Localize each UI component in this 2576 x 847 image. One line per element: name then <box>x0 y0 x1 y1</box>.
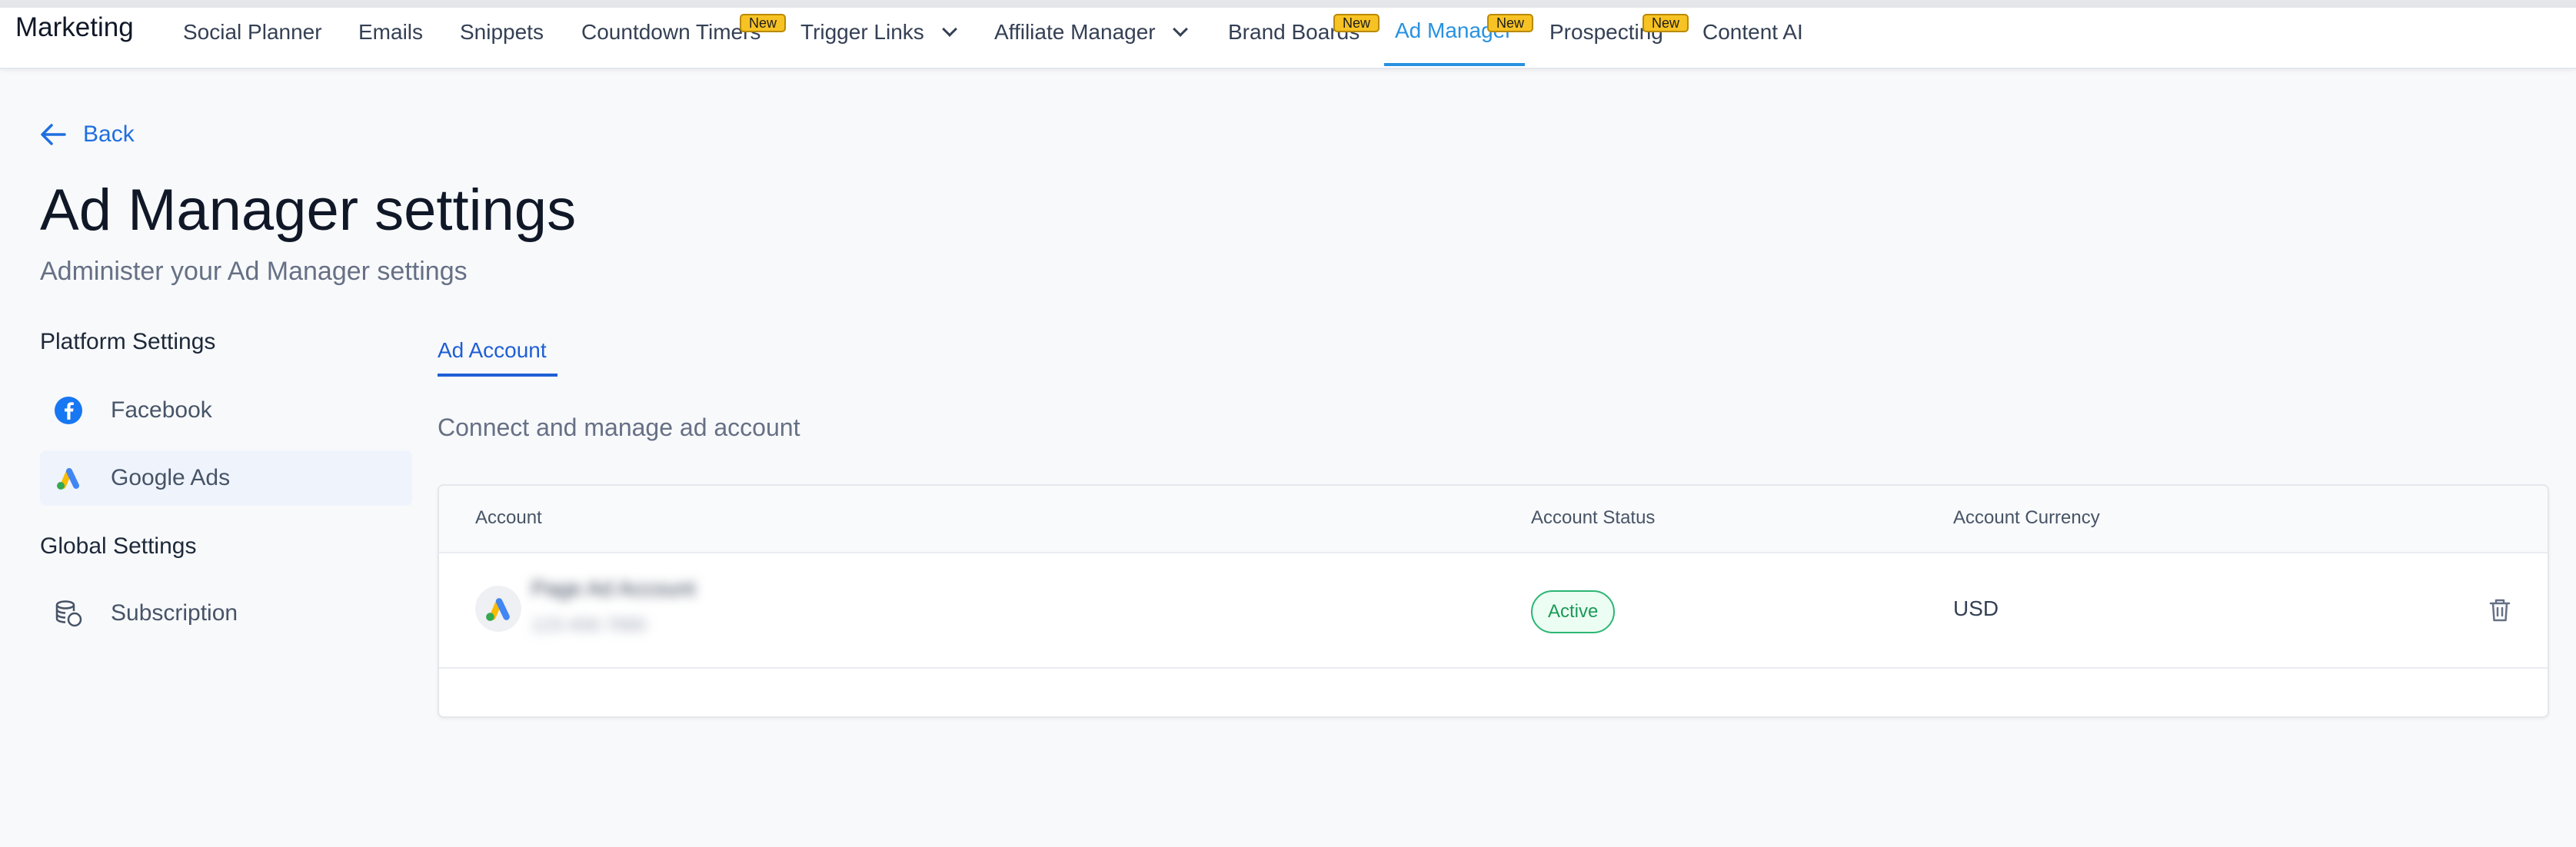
nav-brand: Marketing <box>15 12 134 42</box>
back-link[interactable]: Back <box>40 121 135 148</box>
top-strip <box>0 0 2576 8</box>
tab-ad-account[interactable]: Ad Account <box>438 338 547 363</box>
nav-snippets[interactable]: Snippets <box>460 20 544 45</box>
account-name: Page Ad Account <box>531 576 696 600</box>
platform-settings-heading: Platform Settings <box>40 329 216 354</box>
sidebar-item-label: Google Ads <box>111 465 231 490</box>
sidebar-item-facebook[interactable]: Facebook <box>40 383 412 438</box>
global-settings-heading: Global Settings <box>40 533 197 559</box>
nav-brand-boards[interactable]: Brand Boards New <box>1228 14 1380 45</box>
page-subtitle: Administer your Ad Manager settings <box>40 257 468 286</box>
chevron-down-icon <box>941 22 957 37</box>
new-badge: New <box>1333 14 1380 32</box>
page-title: Ad Manager settings <box>40 178 577 243</box>
sidebar-item-label: Facebook <box>111 397 212 423</box>
section-description: Connect and manage ad account <box>438 414 800 441</box>
nav-ad-manager[interactable]: Ad Manager New <box>1395 14 1534 43</box>
nav-active-underline <box>1384 63 1525 66</box>
table-header: Account Account Status Account Currency <box>439 486 2548 553</box>
facebook-icon <box>54 396 83 425</box>
delete-account-button[interactable] <box>2486 596 2514 624</box>
subscription-icon <box>54 599 83 628</box>
nav-trigger-links-label: Trigger Links <box>800 20 924 44</box>
back-label: Back <box>83 121 135 147</box>
sidebar-item-subscription[interactable]: Subscription <box>40 586 412 641</box>
nav-affiliate-manager-label: Affiliate Manager <box>994 20 1156 44</box>
trash-icon <box>2489 599 2511 622</box>
column-header-account-status: Account Status <box>1531 507 1656 528</box>
new-badge: New <box>1487 14 1534 32</box>
arrow-left-icon <box>41 124 66 145</box>
nav-trigger-links[interactable]: Trigger Links <box>800 20 957 45</box>
tab-active-underline <box>438 374 557 377</box>
account-id: 123-456-7890 <box>531 615 647 636</box>
account-currency: USD <box>1953 596 1999 620</box>
status-badge: Active <box>1531 590 1616 633</box>
nav-social-planner[interactable]: Social Planner <box>183 20 322 45</box>
new-badge: New <box>1642 14 1689 32</box>
nav-affiliate-manager[interactable]: Affiliate Manager <box>994 20 1189 45</box>
nav-countdown-timers[interactable]: Countdown Timers New <box>581 14 787 45</box>
nav-content-ai[interactable]: Content AI <box>1702 20 1803 45</box>
top-nav: Marketing Social Planner Emails Snippets… <box>0 8 2576 69</box>
google-ads-icon <box>475 586 521 632</box>
nav-prospecting[interactable]: Prospecting New <box>1549 14 1689 45</box>
sidebar-item-label: Subscription <box>111 600 238 626</box>
table-row: Page Ad Account 123-456-7890 Active USD <box>439 553 2548 669</box>
google-ads-icon <box>54 463 83 493</box>
ad-account-table: Account Account Status Account Currency … <box>438 484 2549 718</box>
new-badge: New <box>740 14 787 32</box>
column-header-account: Account <box>475 507 542 528</box>
nav-countdown-timers-label: Countdown Timers <box>581 20 761 44</box>
chevron-down-icon <box>1173 22 1189 37</box>
column-header-account-currency: Account Currency <box>1953 507 2100 528</box>
sidebar-item-google-ads[interactable]: Google Ads <box>40 450 412 506</box>
nav-emails[interactable]: Emails <box>358 20 423 45</box>
